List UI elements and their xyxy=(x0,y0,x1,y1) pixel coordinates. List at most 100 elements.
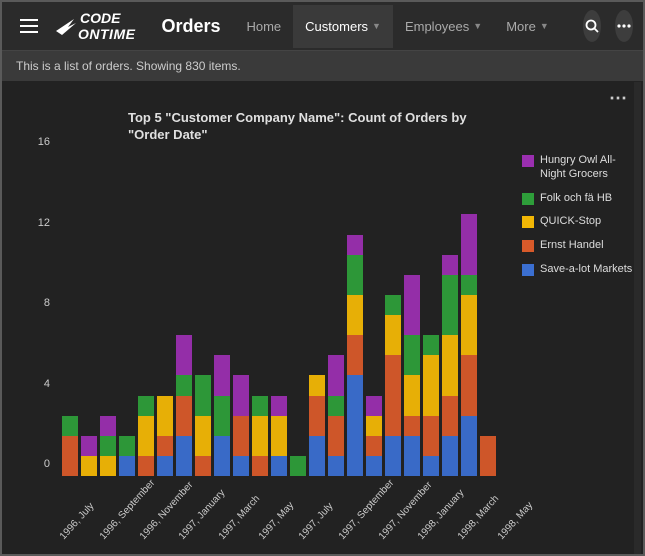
bar-segment xyxy=(480,436,496,476)
bar-segment xyxy=(385,436,401,476)
bar-segment xyxy=(347,255,363,295)
legend: Hungry Owl All-Night Grocers Folk och fä … xyxy=(522,110,637,548)
legend-item[interactable]: Save-a-lot Markets xyxy=(522,263,637,277)
scrollbar[interactable] xyxy=(634,82,641,554)
bar-segment xyxy=(195,456,211,476)
bar-segment xyxy=(290,456,306,476)
nav-item-customers[interactable]: Customers▼ xyxy=(293,5,393,48)
bar-segment xyxy=(404,436,420,476)
bar-segment xyxy=(309,396,325,436)
nav-item-label: Customers xyxy=(305,19,368,34)
bar[interactable] xyxy=(366,154,382,476)
bar-segment xyxy=(138,416,154,456)
bar-segment xyxy=(366,436,382,456)
bar[interactable] xyxy=(309,154,325,476)
bar[interactable] xyxy=(100,154,116,476)
x-tick: 1997, March xyxy=(217,493,262,542)
hamburger-icon xyxy=(20,19,38,33)
bar[interactable] xyxy=(233,154,249,476)
search-icon xyxy=(585,19,599,33)
bar[interactable] xyxy=(176,154,192,476)
chevron-down-icon: ▼ xyxy=(473,21,482,31)
bar-segment xyxy=(233,456,249,476)
bar[interactable] xyxy=(385,154,401,476)
bar-segment xyxy=(385,355,401,436)
plot-area xyxy=(58,154,516,476)
bar-segment xyxy=(119,456,135,476)
bar-segment xyxy=(195,375,211,415)
bar-segment xyxy=(442,436,458,476)
legend-item[interactable]: Folk och fä HB xyxy=(522,192,637,206)
bar-segment xyxy=(442,275,458,335)
brand-line2: ONTIME xyxy=(78,26,135,42)
bar[interactable] xyxy=(252,154,268,476)
bar-segment xyxy=(233,375,249,415)
bar-segment xyxy=(100,436,116,456)
legend-item[interactable]: QUICK-Stop xyxy=(522,215,637,229)
bar[interactable] xyxy=(138,154,154,476)
bar[interactable] xyxy=(119,154,135,476)
y-tick: 0 xyxy=(44,458,50,470)
bar[interactable] xyxy=(157,154,173,476)
bar-segment xyxy=(214,355,230,395)
bar-segment xyxy=(442,255,458,275)
x-tick: 1997, July xyxy=(297,501,336,542)
bar-segment xyxy=(195,416,211,456)
bar[interactable] xyxy=(442,154,458,476)
bar[interactable] xyxy=(290,154,306,476)
bar-segment xyxy=(100,456,116,476)
bar[interactable] xyxy=(480,154,496,476)
bar-segment xyxy=(442,396,458,436)
bar[interactable] xyxy=(423,154,439,476)
bar-segment xyxy=(176,375,192,395)
more-actions-button[interactable] xyxy=(615,10,633,42)
bar[interactable] xyxy=(461,154,477,476)
bar[interactable] xyxy=(347,154,363,476)
nav-item-label: Home xyxy=(246,19,281,34)
bar-segment xyxy=(271,456,287,476)
x-axis: 1996, July1996, September1996, November1… xyxy=(58,476,516,548)
chart-title: Top 5 "Customer Company Name": Count of … xyxy=(128,110,502,144)
bars xyxy=(58,154,516,476)
bar-segment xyxy=(176,436,192,476)
bar-segment xyxy=(404,416,420,436)
nav-item-more[interactable]: More▼ xyxy=(494,5,561,48)
bar-segment xyxy=(233,416,249,456)
search-button[interactable] xyxy=(583,10,601,42)
bar[interactable] xyxy=(214,154,230,476)
bar-segment xyxy=(404,375,420,415)
bar[interactable] xyxy=(81,154,97,476)
bar-segment xyxy=(423,416,439,456)
bar-segment xyxy=(461,295,477,355)
bar-segment xyxy=(461,416,477,476)
bar-segment xyxy=(252,456,268,476)
y-tick: 4 xyxy=(44,378,50,390)
chart-menu-button[interactable]: ⋯ xyxy=(609,88,629,109)
bar[interactable] xyxy=(271,154,287,476)
legend-item[interactable]: Hungry Owl All-Night Grocers xyxy=(522,154,637,182)
bar[interactable] xyxy=(195,154,211,476)
bar[interactable] xyxy=(404,154,420,476)
bar-segment xyxy=(157,396,173,436)
bar-segment xyxy=(423,456,439,476)
bar-segment xyxy=(347,335,363,375)
bar-segment xyxy=(461,214,477,274)
bar-segment xyxy=(81,436,97,456)
bar-segment xyxy=(385,315,401,355)
nav-item-employees[interactable]: Employees▼ xyxy=(393,5,494,48)
y-axis: 0481216 xyxy=(8,154,56,476)
bar[interactable] xyxy=(328,154,344,476)
bar-segment xyxy=(461,355,477,415)
brand-line1: CODE xyxy=(80,10,135,26)
legend-item[interactable]: Ernst Handel xyxy=(522,239,637,253)
top-bar: CODE ONTIME Orders HomeCustomers▼Employe… xyxy=(2,2,643,50)
bar-segment xyxy=(271,396,287,416)
menu-button[interactable] xyxy=(12,13,46,39)
brand-logo[interactable]: CODE ONTIME xyxy=(54,10,135,42)
page-title: Orders xyxy=(151,16,230,37)
x-tick: 1996, July xyxy=(58,501,97,542)
nav-item-home[interactable]: Home xyxy=(234,5,293,48)
bar-segment xyxy=(309,375,325,395)
bar-segment xyxy=(62,416,78,436)
bar[interactable] xyxy=(62,154,78,476)
